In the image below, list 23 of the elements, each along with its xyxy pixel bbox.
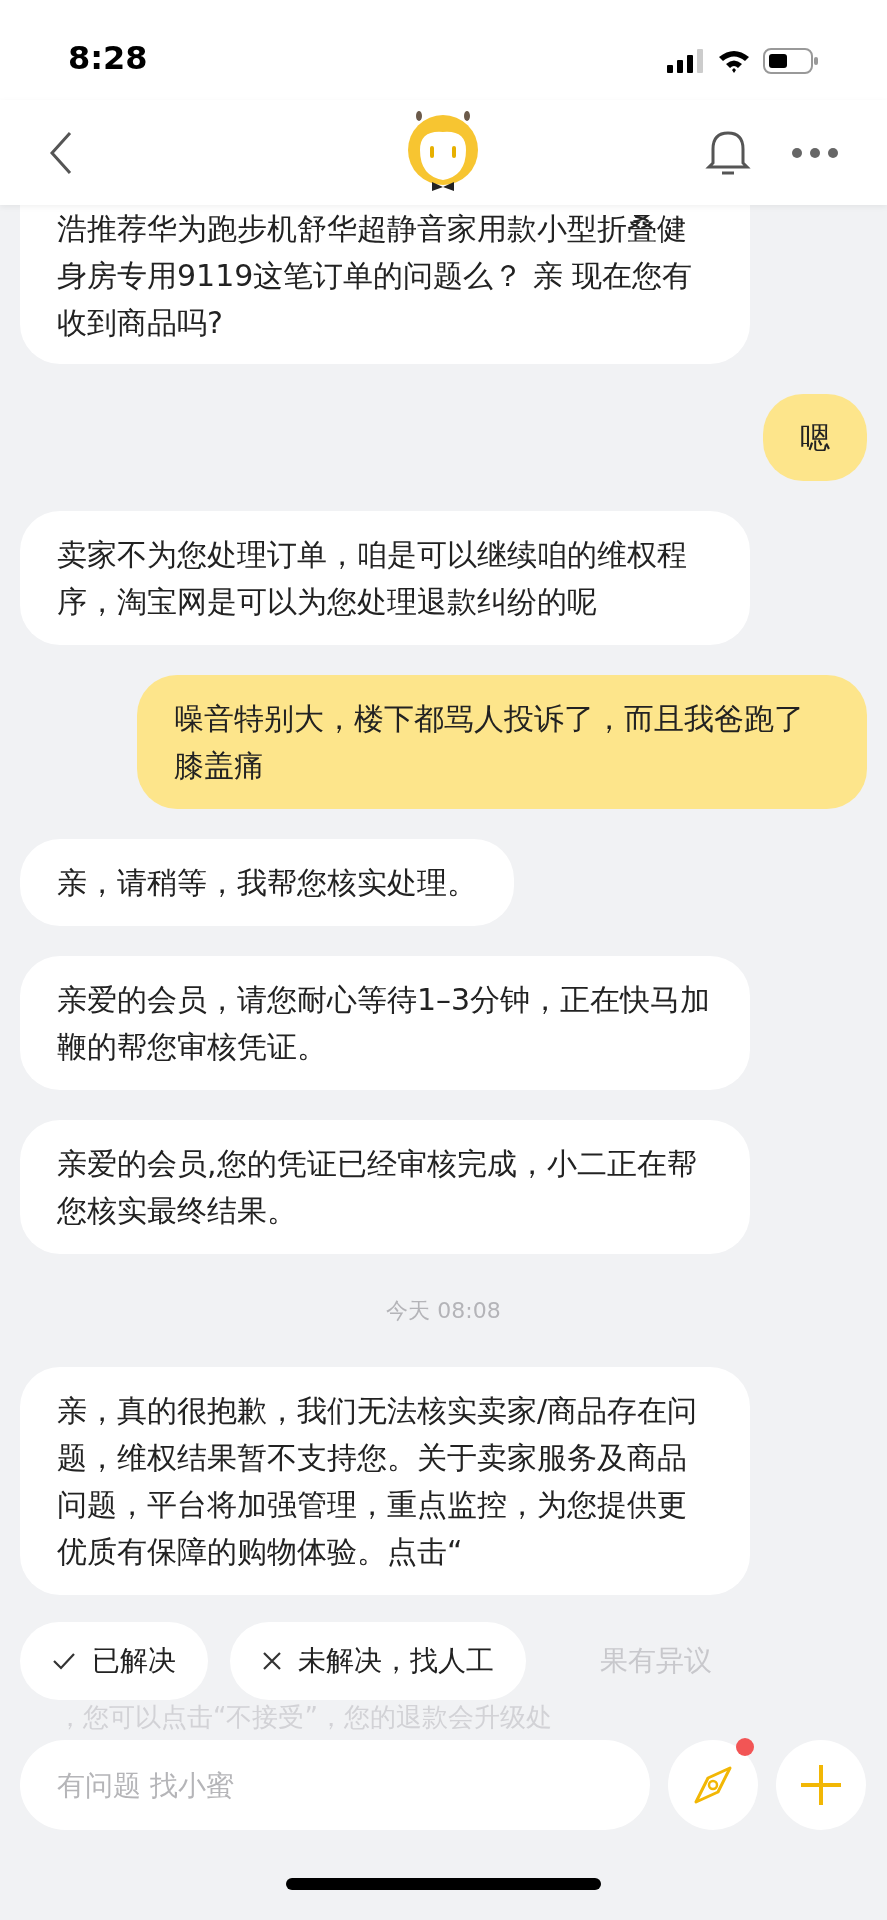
assistant-message: 卖家不为您处理订单，咱是可以继续咱的维权程序，淘宝网是可以为您处理退款纠纷的呢	[20, 511, 750, 645]
check-icon	[52, 1651, 76, 1671]
quick-reply-chip[interactable]: 已解决	[20, 1622, 208, 1700]
close-icon	[262, 1651, 282, 1671]
compass-icon	[692, 1764, 734, 1806]
message-input[interactable]: 有问题 找小蜜	[20, 1740, 650, 1830]
mascot-logo-icon	[406, 110, 480, 192]
wifi-icon	[717, 49, 751, 73]
status-time: 8:28	[68, 42, 148, 74]
user-message: 噪音特别大，楼下都骂人投诉了，而且我爸跑了膝盖痛	[137, 675, 867, 809]
more-icon[interactable]	[791, 146, 839, 159]
assistant-message: 亲爱的会员,您的凭证已经审核完成，小二正在帮您核实最终结果。	[20, 1120, 750, 1254]
assistant-message: 亲，真的很抱歉，我们无法核实卖家/商品存在问题，维权结果暂不支持您。关于卖家服务及商品问题，平台将加强管理，重点监控，为您提供更优质有保障的购物体验。点击“	[20, 1367, 750, 1595]
user-message: 嗯	[763, 394, 867, 481]
assistant-message: 浩推荐华为跑步机舒华超静音家用款小型折叠健身房专用9119这笔订单的问题么？ 亲 现在您有收到商品吗?	[20, 205, 750, 364]
signal-icon	[667, 49, 705, 73]
battery-icon	[763, 48, 819, 74]
assistant-message: 亲，请稍等，我帮您核实处理。	[20, 839, 514, 926]
plus-icon	[799, 1763, 843, 1807]
timestamp: 今天 08:08	[386, 1297, 501, 1325]
assistant-message: 亲爱的会员，请您耐心等待1–3分钟，正在快马加鞭的帮您审核凭证。	[20, 956, 750, 1090]
quick-reply-chip[interactable]: 未解决，找人工	[230, 1622, 526, 1700]
back-icon[interactable]	[48, 130, 74, 175]
